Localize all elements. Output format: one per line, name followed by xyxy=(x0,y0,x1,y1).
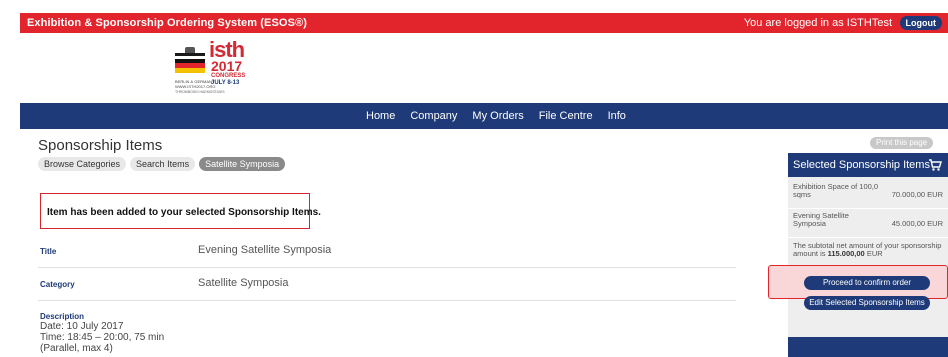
selected-item: Evening Satellite Symposia 45.000,00 EUR xyxy=(793,212,943,232)
selected-item-price: 45.000,00 EUR xyxy=(891,219,943,228)
selected-items-panel: Selected Sponsorship Items Exhibition Sp… xyxy=(788,153,948,357)
print-page-button[interactable]: Print this page xyxy=(870,137,934,149)
selected-item: Exhibition Space of 100,0 sqms 70.000,00… xyxy=(793,183,943,203)
proceed-to-confirm-button[interactable]: Proceed to confirm order xyxy=(804,276,930,290)
title-value: Evening Satellite Symposia xyxy=(198,244,332,256)
tab-search-items[interactable]: Search Items xyxy=(130,157,196,171)
logo-isth: isth xyxy=(209,37,245,62)
nav-info[interactable]: Info xyxy=(608,110,626,122)
category-value: Satellite Symposia xyxy=(198,277,289,289)
nav-file-centre[interactable]: File Centre xyxy=(539,110,593,122)
cart-icon[interactable] xyxy=(928,158,942,172)
description-text: Date: 10 July 2017 Time: 18:45 – 20:00, … xyxy=(40,321,164,354)
selected-item-name: Evening Satellite Symposia xyxy=(793,211,849,228)
description-line: Date: 10 July 2017 xyxy=(40,321,124,332)
isth-logo[interactable]: isth 2017 CONGRESS JULY 8-13 BERLIN & GE… xyxy=(173,39,263,97)
nav-home[interactable]: Home xyxy=(366,110,395,122)
divider xyxy=(788,237,948,238)
title-row: Title Evening Satellite Symposia xyxy=(38,235,736,268)
edit-selected-items-button[interactable]: Edit Selected Sponsorship Items xyxy=(804,296,930,310)
page-title: Sponsorship Items xyxy=(38,137,163,154)
selected-item-price: 70.000,00 EUR xyxy=(891,190,943,199)
selected-items-header: Selected Sponsorship Items xyxy=(788,153,948,177)
description-line: (Parallel, max 4) xyxy=(40,343,113,354)
selected-item-name: Exhibition Space of 100,0 sqms xyxy=(793,182,879,199)
category-label: Category xyxy=(40,280,75,289)
logo-year: 2017 xyxy=(211,58,243,74)
logo-line3: THROMBOSIS HAEMOSTASIS xyxy=(175,90,225,94)
subtotal-suffix: EUR xyxy=(864,249,883,258)
subtotal-text: The subtotal net amount of your sponsors… xyxy=(793,242,945,258)
selected-items-title: Selected Sponsorship Items xyxy=(793,159,930,171)
title-label: Title xyxy=(40,247,57,256)
logo-line2: WWW.ISTH2017.ORG xyxy=(175,84,216,89)
success-alert: Item has been added to your selected Spo… xyxy=(40,193,321,229)
tab-browse-categories[interactable]: Browse Categories xyxy=(38,157,127,171)
main-nav: Home Company My Orders File Centre Info xyxy=(20,103,948,129)
subtotal-amount: 115.000,00 xyxy=(827,249,865,258)
divider xyxy=(788,208,948,209)
nav-company[interactable]: Company xyxy=(410,110,457,122)
logo-congress: CONGRESS xyxy=(211,73,246,79)
sub-tabs: Browse Categories Search Items Satellite… xyxy=(38,157,286,171)
tab-satellite-symposia[interactable]: Satellite Symposia xyxy=(199,157,286,171)
description-line: Time: 18:45 – 20:00, 75 min xyxy=(40,332,165,343)
nav-my-orders[interactable]: My Orders xyxy=(472,110,523,122)
logo-area: isth 2017 CONGRESS JULY 8-13 BERLIN & GE… xyxy=(20,33,948,103)
category-row: Category Satellite Symposia xyxy=(38,268,736,301)
side-panel-footer xyxy=(788,337,948,357)
brandenburg-gate-icon xyxy=(175,47,205,77)
app-title: Exhibition & Sponsorship Ordering System… xyxy=(27,17,307,29)
logout-button[interactable]: Logout xyxy=(899,16,942,30)
description-label: Description xyxy=(40,312,85,321)
login-status: You are logged in as ISTHTest xyxy=(743,17,892,29)
top-bar: Exhibition & Sponsorship Ordering System… xyxy=(20,13,948,33)
